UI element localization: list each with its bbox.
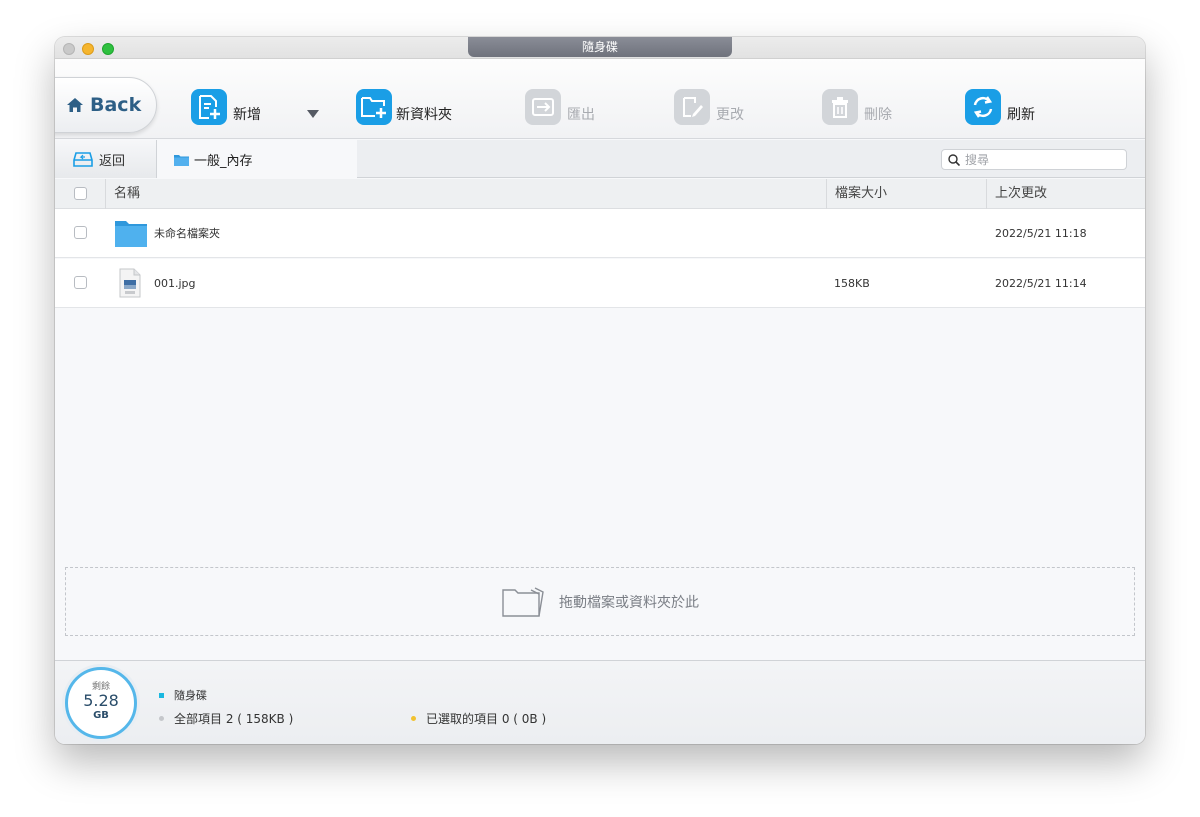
new-folder-button[interactable]: 新資料夾 bbox=[356, 87, 452, 127]
device-name: 隨身碟 bbox=[174, 689, 207, 702]
export-icon bbox=[525, 89, 561, 125]
list-header: 名稱 檔案大小 上次更改 bbox=[55, 179, 1145, 209]
edit-icon bbox=[674, 89, 710, 125]
close-window-button[interactable] bbox=[63, 43, 75, 55]
jpeg-file-icon bbox=[119, 268, 141, 298]
delete-button[interactable]: 刪除 bbox=[822, 87, 892, 127]
device-square-icon bbox=[159, 692, 164, 698]
rename-label: 更改 bbox=[716, 107, 744, 123]
row-modified: 2022/5/21 11:14 bbox=[995, 277, 1087, 290]
refresh-icon bbox=[965, 89, 1001, 125]
new-file-icon bbox=[191, 89, 227, 125]
new-button[interactable]: 新增 bbox=[191, 87, 261, 127]
column-header-name[interactable]: 名稱 bbox=[105, 179, 826, 209]
drive-icon bbox=[73, 151, 93, 167]
export-button[interactable]: 匯出 bbox=[525, 87, 595, 127]
gauge-unit: GB bbox=[93, 710, 109, 721]
search-box[interactable] bbox=[941, 149, 1127, 170]
total-dot-icon bbox=[159, 716, 164, 721]
row-modified: 2022/5/21 11:18 bbox=[995, 227, 1087, 240]
export-label: 匯出 bbox=[567, 107, 595, 123]
table-row[interactable]: 001.jpg 158KB 2022/5/21 11:14 bbox=[55, 259, 1145, 308]
table-row[interactable]: 未命名檔案夾 2022/5/21 11:18 bbox=[55, 209, 1145, 258]
toolbar: Back 新增 新資料夾 匯出 更改 刪除 刷新 bbox=[55, 59, 1145, 139]
search-icon bbox=[948, 153, 960, 166]
row-size: 158KB bbox=[834, 277, 870, 290]
row-name: 001.jpg bbox=[154, 277, 196, 290]
new-folder-icon bbox=[356, 89, 392, 125]
drop-zone-label: 拖動檔案或資料夾於此 bbox=[559, 594, 699, 611]
window-title: 隨身碟 bbox=[468, 37, 732, 57]
home-icon bbox=[67, 98, 83, 112]
status-bar: 剩餘 5.28 GB 隨身碟 全部項目 2 ( 158KB ) 已選取的項目 0… bbox=[55, 660, 1145, 744]
gauge-value: 5.28 bbox=[83, 691, 119, 710]
folder-drop-icon bbox=[502, 586, 544, 617]
app-window: 隨身碟 Back 新增 新資料夾 匯出 更改 刪除 刷新 返回 一般_內存 搜尋… bbox=[55, 37, 1145, 744]
trash-icon bbox=[822, 89, 858, 125]
path-back-button[interactable]: 返回 bbox=[55, 140, 157, 178]
row-checkbox[interactable] bbox=[74, 276, 87, 289]
refresh-button[interactable]: 刷新 bbox=[965, 87, 1035, 127]
search-input[interactable] bbox=[965, 152, 1115, 167]
total-items-info: 全部項目 2 ( 158KB ) bbox=[159, 710, 293, 727]
folder-icon bbox=[174, 154, 189, 166]
selected-dot-icon bbox=[411, 716, 416, 721]
total-items: 全部項目 2 ( 158KB ) bbox=[174, 712, 294, 726]
row-name: 未命名檔案夾 bbox=[154, 227, 220, 240]
column-header-size[interactable]: 檔案大小 bbox=[826, 179, 986, 209]
delete-label: 刪除 bbox=[864, 107, 892, 123]
column-header-modified[interactable]: 上次更改 bbox=[986, 179, 1145, 209]
device-info: 隨身碟 bbox=[159, 687, 207, 703]
title-bar: 隨身碟 bbox=[55, 37, 1145, 59]
drop-zone[interactable]: 拖動檔案或資料夾於此 bbox=[65, 567, 1135, 636]
rename-button[interactable]: 更改 bbox=[674, 87, 744, 127]
minimize-window-button[interactable] bbox=[82, 43, 94, 55]
maximize-window-button[interactable] bbox=[102, 43, 114, 55]
back-button[interactable]: Back bbox=[55, 77, 157, 133]
back-label: Back bbox=[90, 94, 142, 116]
selected-items: 已選取的項目 0 ( 0B ) bbox=[426, 712, 547, 726]
select-all-checkbox[interactable] bbox=[74, 187, 87, 200]
current-folder-label: 一般_內存 bbox=[194, 154, 253, 169]
refresh-label: 刷新 bbox=[1007, 107, 1035, 123]
path-bar: 返回 一般_內存 bbox=[55, 140, 1145, 179]
storage-gauge: 剩餘 5.28 GB bbox=[65, 667, 137, 739]
new-folder-label: 新資料夾 bbox=[396, 107, 452, 123]
breadcrumb[interactable]: 一般_內存 bbox=[157, 140, 357, 179]
path-back-label: 返回 bbox=[99, 153, 126, 169]
folder-icon bbox=[115, 221, 147, 247]
row-checkbox[interactable] bbox=[74, 226, 87, 239]
selected-items-info: 已選取的項目 0 ( 0B ) bbox=[411, 710, 546, 727]
chevron-down-icon[interactable] bbox=[307, 110, 319, 118]
new-label: 新增 bbox=[233, 107, 261, 123]
